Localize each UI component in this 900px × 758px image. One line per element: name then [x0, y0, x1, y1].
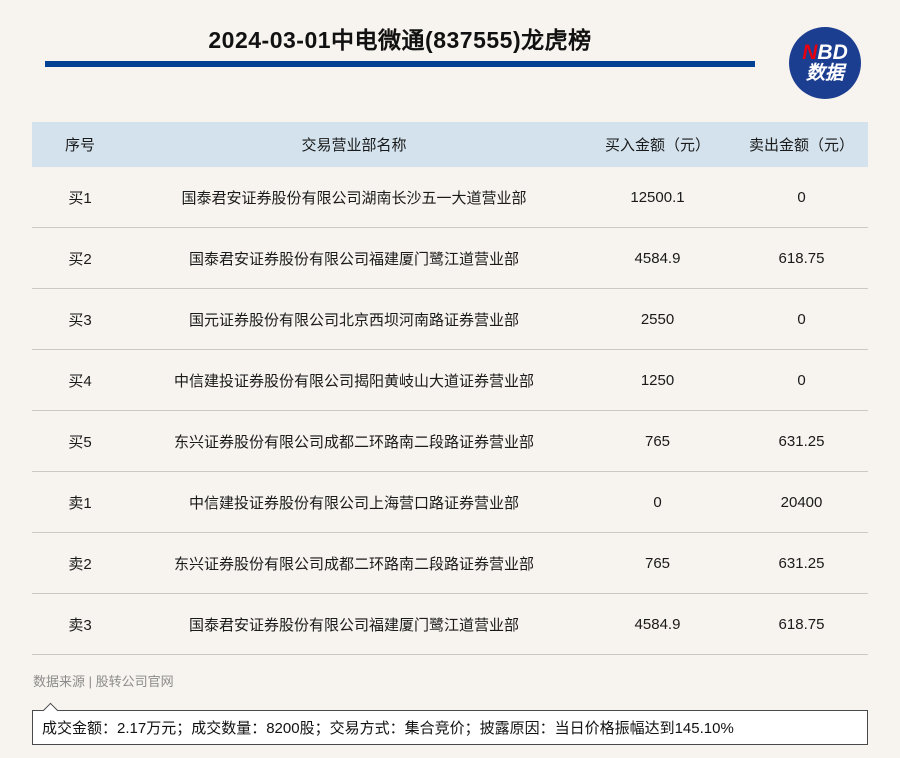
table-row: 卖1 中信建投证券股份有限公司上海营口路证券营业部 0 20400	[32, 472, 868, 533]
cell-seq: 买3	[68, 311, 92, 329]
data-source-label: 数据来源 | 股转公司官网	[33, 674, 174, 689]
cell-sell-amount: 618.75	[778, 615, 825, 633]
cell-sell-amount: 20400	[780, 493, 823, 511]
cell-seq: 买2	[68, 250, 92, 268]
cell-sell-amount: 0	[797, 188, 806, 206]
column-header-buy: 买入金额（元）	[604, 137, 710, 154]
column-header-branch: 交易营业部名称	[301, 137, 407, 154]
nbd-logo-n: N	[802, 41, 818, 64]
cell-branch-name: 国元证券股份有限公司北京西坝河南路证券营业部	[188, 311, 519, 329]
cell-branch-name: 国泰君安证券股份有限公司湖南长沙五一大道营业部	[181, 189, 527, 207]
nbd-logo: NBD 数据	[789, 27, 861, 99]
cell-buy-amount: 765	[644, 432, 671, 450]
cell-buy-amount: 2550	[640, 310, 675, 328]
table-row: 买2 国泰君安证券股份有限公司福建厦门鹭江道营业部 4584.9 618.75	[32, 228, 868, 289]
table-row: 买4 中信建投证券股份有限公司揭阳黄岐山大道证券营业部 1250 0	[32, 350, 868, 411]
cell-branch-name: 国泰君安证券股份有限公司福建厦门鹭江道营业部	[188, 616, 519, 634]
cell-branch-name: 中信建投证券股份有限公司揭阳黄岐山大道证券营业部	[173, 372, 534, 390]
nbd-logo-subtext: 数据	[805, 63, 844, 85]
summary-box-notch	[42, 702, 59, 718]
page: 2024-03-01中电微通(837555)龙虎榜 NBD 数据 序号 交易营业…	[0, 0, 900, 758]
column-header-sell: 卖出金额（元）	[748, 137, 854, 154]
table-row: 买1 国泰君安证券股份有限公司湖南长沙五一大道营业部 12500.1 0	[32, 167, 868, 228]
cell-branch-name: 东兴证券股份有限公司成都二环路南二段路证券营业部	[173, 433, 534, 451]
summary-text: 成交金额：2.17万元；成交数量：8200股；交易方式：集合竞价；披露原因：当日…	[42, 720, 734, 737]
table-row: 卖3 国泰君安证券股份有限公司福建厦门鹭江道营业部 4584.9 618.75	[32, 594, 868, 655]
table-row: 买5 东兴证券股份有限公司成都二环路南二段路证券营业部 765 631.25	[32, 411, 868, 472]
cell-seq: 卖2	[68, 555, 92, 573]
nbd-logo-bd: BD	[817, 41, 848, 64]
cell-branch-name: 国泰君安证券股份有限公司福建厦门鹭江道营业部	[188, 250, 519, 268]
cell-buy-amount: 0	[653, 493, 662, 511]
cell-seq: 卖1	[68, 494, 92, 512]
lhb-table: 序号 交易营业部名称 买入金额（元） 卖出金额（元） 买1 国泰君安证券股份有限公…	[32, 122, 868, 655]
cell-buy-amount: 12500.1	[630, 188, 685, 206]
cell-sell-amount: 0	[797, 310, 806, 328]
column-header-seq: 序号	[64, 137, 95, 154]
cell-sell-amount: 631.25	[778, 432, 825, 450]
cell-buy-amount: 765	[644, 554, 671, 572]
title-underline	[45, 61, 755, 67]
cell-buy-amount: 4584.9	[634, 249, 681, 267]
table-row: 买3 国元证券股份有限公司北京西坝河南路证券营业部 2550 0	[32, 289, 868, 350]
nbd-logo-text: NBD	[802, 41, 848, 64]
cell-seq: 买4	[68, 372, 92, 390]
table-header-row: 序号 交易营业部名称 买入金额（元） 卖出金额（元）	[32, 122, 868, 167]
page-title: 2024-03-01中电微通(837555)龙虎榜	[208, 27, 592, 53]
cell-sell-amount: 618.75	[778, 249, 825, 267]
table-row: 卖2 东兴证券股份有限公司成都二环路南二段路证券营业部 765 631.25	[32, 533, 868, 594]
cell-branch-name: 东兴证券股份有限公司成都二环路南二段路证券营业部	[173, 555, 534, 573]
cell-sell-amount: 0	[797, 371, 806, 389]
summary-box: 成交金额：2.17万元；成交数量：8200股；交易方式：集合竞价；披露原因：当日…	[32, 702, 868, 745]
cell-seq: 买5	[68, 433, 92, 451]
cell-branch-name: 中信建投证券股份有限公司上海营口路证券营业部	[188, 494, 519, 512]
cell-buy-amount: 4584.9	[634, 615, 681, 633]
cell-buy-amount: 1250	[640, 371, 675, 389]
cell-seq: 买1	[68, 189, 92, 207]
cell-seq: 卖3	[68, 616, 92, 634]
table-body: 买1 国泰君安证券股份有限公司湖南长沙五一大道营业部 12500.1 0 买2 国泰君安证…	[32, 167, 868, 655]
cell-sell-amount: 631.25	[778, 554, 825, 572]
